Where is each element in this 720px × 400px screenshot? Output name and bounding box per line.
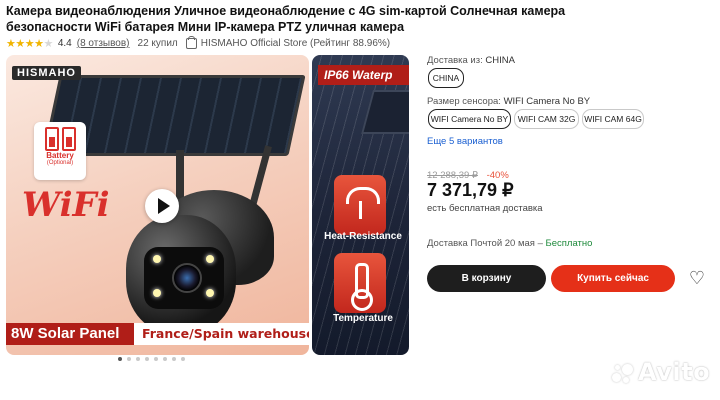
ship-option-chip[interactable]: CHINA — [428, 68, 464, 88]
solar-panel-banner: 8W Solar Panel — [6, 323, 141, 345]
variant-chip[interactable]: WIFI CAM 32G — [514, 109, 579, 129]
thermometer-bulb — [351, 289, 373, 311]
bought-count: 22 купил — [137, 38, 178, 49]
battery-badge: Battery (Optional) — [34, 122, 86, 180]
avito-watermark: Avito — [638, 358, 711, 386]
add-to-cart-button[interactable]: В корзину — [427, 265, 546, 292]
product-meta: ★★★★★ 4.4 (8 отзывов) 22 купил HISMAHO O… — [6, 36, 390, 50]
free-shipping-note: есть бесплатная доставка — [427, 203, 543, 214]
carousel-dot[interactable] — [145, 357, 149, 361]
wifi-text: WiFi — [22, 185, 110, 225]
carousel-dot[interactable] — [136, 357, 140, 361]
shop-bag-icon — [185, 36, 197, 49]
carousel-dot[interactable] — [154, 357, 158, 361]
main-product-image[interactable]: HISMAHO Battery (Optional) WiFi 8W Solar… — [6, 55, 309, 355]
variant-chip[interactable]: WIFI CAM 64G — [582, 109, 644, 129]
carousel-dot[interactable] — [172, 357, 176, 361]
ship-from-label: Доставка из: — [427, 55, 483, 66]
ship-from-row: Доставка из: CHINA — [427, 55, 515, 66]
umbrella-handle — [359, 201, 362, 219]
rating-stars: ★★★★★ — [6, 38, 53, 50]
carousel-dot[interactable] — [163, 357, 167, 361]
secondary-product-image[interactable]: IP66 Waterp Heat-Resistance Temperature — [312, 55, 409, 355]
ship-from-value: CHINA — [485, 55, 515, 66]
carousel-dot[interactable] — [118, 357, 122, 361]
avito-logo-icon — [612, 364, 634, 386]
led-light — [153, 255, 161, 263]
battery-icon — [61, 127, 76, 151]
battery-icon — [44, 127, 59, 151]
brand-logo: HISMAHO — [12, 66, 81, 80]
delivery-free: Бесплатно — [545, 238, 593, 249]
temperature-label: Temperature — [333, 313, 393, 324]
sensor-value: WIFI Camera No BY — [503, 96, 591, 107]
battery-sub: (Optional) — [46, 160, 74, 166]
delivery-text: Доставка Почтой 20 мая – — [427, 238, 543, 249]
play-video-icon[interactable] — [145, 189, 179, 223]
temperature-badge — [334, 253, 386, 313]
buy-now-button[interactable]: Купить сейчас — [551, 265, 675, 292]
more-variants-link[interactable]: Еще 5 вариантов — [427, 136, 503, 147]
waterproof-banner: IP66 Waterp — [318, 65, 409, 85]
led-light — [206, 255, 214, 263]
warehouse-banner: France/Spain warehouse — [134, 323, 309, 345]
carousel-dots — [0, 357, 303, 361]
battery-label: Battery — [46, 151, 74, 160]
current-price: 7 371,79 ₽ — [427, 180, 514, 200]
heat-resistance-label: Heat-Resistance — [324, 231, 402, 242]
carousel-dot[interactable] — [127, 357, 131, 361]
shop-name[interactable]: HISMAHO Official Store (Рейтинг 88.96%) — [201, 38, 390, 49]
product-title: Камера видеонаблюдения Уличное видеонабл… — [6, 4, 566, 34]
sensor-row: Размер сенсора: WIFI Camera No BY — [427, 96, 590, 107]
variant-chip[interactable]: WIFI Camera No BY — [428, 109, 511, 129]
led-light — [153, 289, 161, 297]
led-light — [206, 289, 214, 297]
umbrella-icon — [346, 187, 380, 204]
mount-arm — [176, 150, 184, 200]
sensor-label: Размер сенсора: — [427, 96, 501, 107]
delivery-info: Доставка Почтой 20 мая – Бесплатно — [427, 238, 592, 249]
favorite-heart-icon[interactable]: ♡ — [684, 266, 710, 290]
carousel-dot[interactable] — [181, 357, 185, 361]
reviews-link[interactable]: (8 отзывов) — [77, 38, 130, 49]
heat-resistance-badge — [334, 175, 386, 235]
camera-lens — [172, 263, 202, 293]
rating-value: 4.4 — [57, 38, 72, 49]
